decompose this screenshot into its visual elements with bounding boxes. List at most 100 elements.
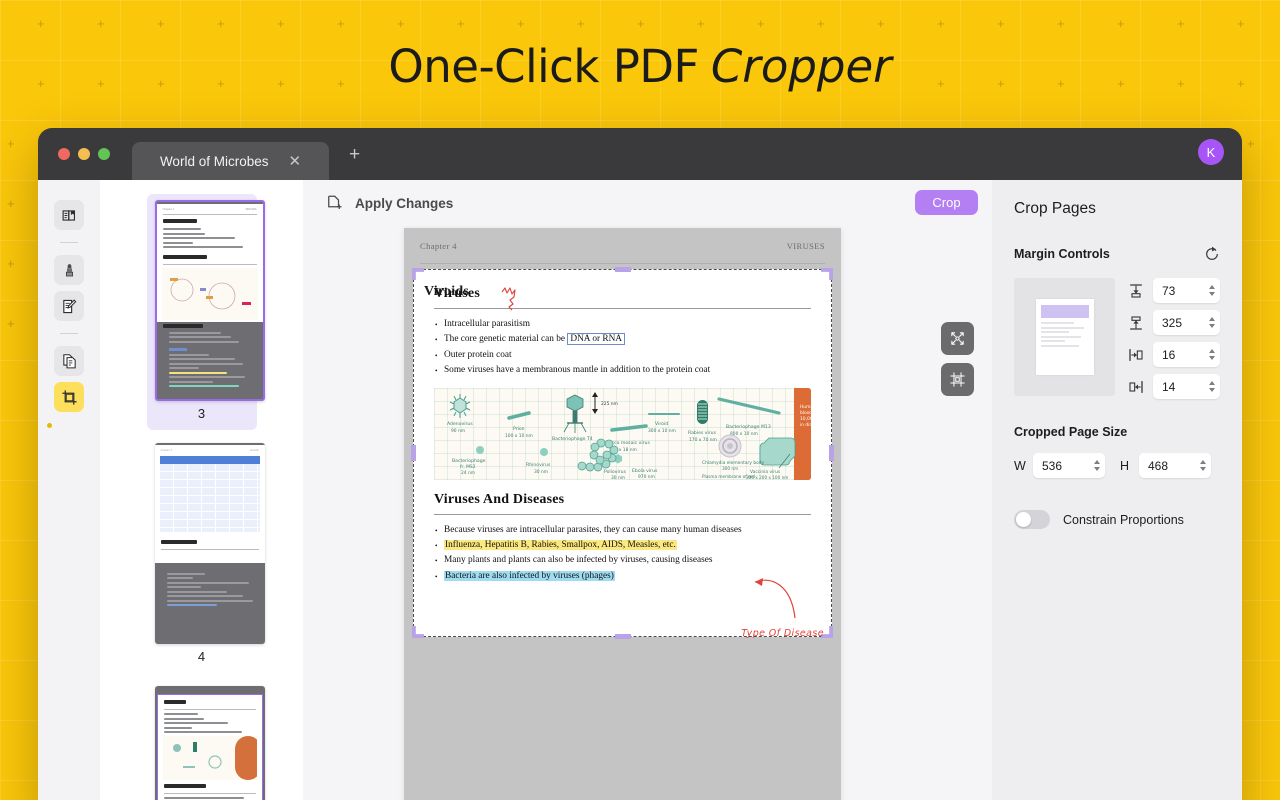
- margin-right-input[interactable]: 14: [1153, 374, 1220, 399]
- svg-text:Bacteriophage: Bacteriophage: [452, 458, 486, 464]
- height-stepper[interactable]: [1200, 460, 1206, 471]
- width-stepper[interactable]: [1094, 460, 1100, 471]
- margin-right-stepper[interactable]: [1209, 381, 1215, 392]
- maximize-window-button[interactable]: [98, 148, 110, 160]
- minimize-window-button[interactable]: [78, 148, 90, 160]
- fit-expand-icon: [949, 330, 966, 347]
- sidebar-item-annotate[interactable]: [54, 291, 84, 321]
- reset-arrow-icon: [1204, 246, 1220, 262]
- grid-plus-mark: +: [1177, 17, 1185, 30]
- width-input[interactable]: 536: [1033, 453, 1105, 478]
- list-item[interactable]: Chapter 4 ALGAE: [147, 437, 257, 673]
- margin-left-value: 16: [1162, 348, 1209, 362]
- width-value: 536: [1042, 459, 1094, 473]
- document-canvas[interactable]: Chapter 4 VIRUSES: [303, 226, 992, 800]
- margin-top-stepper[interactable]: [1209, 285, 1215, 296]
- crop-selection[interactable]: Viruses Intracellular parasitism The cor…: [413, 269, 832, 637]
- list-item: Some viruses have a membranous mantle in…: [434, 363, 811, 378]
- grid-plus-mark: +: [7, 137, 15, 150]
- sidebar-item-organize[interactable]: [54, 346, 84, 376]
- grid-plus-mark: +: [7, 197, 15, 210]
- grid-plus-mark: +: [697, 17, 705, 30]
- crop-handle-bottom-left[interactable]: [412, 626, 424, 638]
- svg-text:Bacteriophage T4: Bacteriophage T4: [552, 436, 593, 442]
- tool-rail: [38, 180, 100, 800]
- svg-text:Plasma membrane of red: Plasma membrane of red: [702, 474, 755, 479]
- page-title-part1: One-Click PDF: [388, 40, 699, 93]
- apply-changes-button[interactable]: Apply Changes: [325, 194, 453, 212]
- margin-left-input[interactable]: 16: [1153, 342, 1220, 367]
- main-canvas-area: Apply Changes Crop Chapter 4 VIRUSES: [303, 180, 992, 800]
- running-head-left: Chapter 4: [420, 241, 457, 251]
- fit-expand-button[interactable]: [941, 322, 974, 355]
- thumb-diagram: [162, 268, 258, 320]
- sidebar-item-crop[interactable]: [54, 382, 84, 412]
- page-thumbnail-3[interactable]: Chapter 4 VIRUSES: [155, 200, 265, 401]
- plus-icon[interactable]: +: [349, 145, 360, 164]
- crop-handle-bottom-center[interactable]: [615, 634, 631, 639]
- app-body: Chapter 4 VIRUSES: [38, 180, 1242, 800]
- avatar[interactable]: K: [1198, 139, 1224, 165]
- boxed-annotation[interactable]: DNA or RNA: [567, 333, 625, 345]
- svg-text:Rhinovirus: Rhinovirus: [526, 462, 551, 468]
- svg-text:Human red: Human red: [800, 404, 811, 410]
- grid-plus-mark: +: [757, 17, 765, 30]
- page-title: One-Click PDFCropper: [0, 40, 1280, 93]
- crop-handle-right-center[interactable]: [829, 445, 834, 461]
- sidebar-item-highlight[interactable]: [54, 255, 84, 285]
- active-tool-indicator: [47, 423, 52, 428]
- editor-toolbar: Apply Changes Crop: [303, 180, 992, 226]
- close-window-button[interactable]: [58, 148, 70, 160]
- list-item: Intracellular parasitism: [434, 317, 811, 332]
- svg-text:Viroid: Viroid: [655, 421, 668, 427]
- list-item[interactable]: Chapter 4 VIRUSES: [147, 194, 257, 430]
- page-thumbnail-5[interactable]: [155, 686, 265, 800]
- document-page[interactable]: Chapter 4 VIRUSES: [404, 228, 841, 800]
- crop-handle-top-center[interactable]: [615, 267, 631, 272]
- sidebar-item-read[interactable]: [54, 200, 84, 230]
- width-label: W: [1014, 459, 1026, 473]
- thumb-head-right: ALGAE: [250, 449, 259, 452]
- margin-top-input[interactable]: 73: [1153, 278, 1220, 303]
- close-icon[interactable]: ✕: [288, 154, 301, 169]
- svg-text:300 nm: 300 nm: [722, 466, 738, 471]
- bullet-list-viruses: Intracellular parasitism The core geneti…: [434, 317, 811, 379]
- constrain-proportions-toggle[interactable]: [1014, 510, 1050, 529]
- svg-text:170 x 70 nm: 170 x 70 nm: [689, 437, 717, 443]
- crop-handle-left-center[interactable]: [411, 445, 416, 461]
- margin-bottom-input[interactable]: 325: [1153, 310, 1220, 335]
- thumb-head-left: Chapter 4: [163, 208, 174, 211]
- margin-top-row: 73: [1127, 278, 1220, 303]
- grid-plus-mark: +: [877, 17, 885, 30]
- preview-page: [1036, 299, 1094, 375]
- rail-divider: [60, 333, 78, 334]
- apply-changes-label: Apply Changes: [355, 196, 453, 211]
- crop-button[interactable]: Crop: [915, 190, 978, 215]
- margin-left-row: 16: [1127, 342, 1220, 367]
- yellow-highlight: Influenza, Hepatitis B, Rabies, Smallpox…: [444, 540, 677, 550]
- thumb-head-left: Chapter 4: [161, 449, 172, 452]
- virus-diagram-svg: Human red blood cell 10,000 nm in diamet…: [434, 388, 811, 480]
- grid-plus-mark: +: [1057, 17, 1065, 30]
- height-input[interactable]: 468: [1139, 453, 1211, 478]
- page-thumbnail-4[interactable]: Chapter 4 ALGAE: [155, 443, 265, 644]
- bullet-text: The core genetic material can be: [444, 334, 567, 344]
- grid-plus-mark: +: [1247, 137, 1255, 150]
- grid-plus-mark: +: [517, 17, 525, 30]
- reset-margins-button[interactable]: [1204, 246, 1220, 262]
- margin-right-value: 14: [1162, 380, 1209, 394]
- margin-left-stepper[interactable]: [1209, 349, 1215, 360]
- margin-bottom-stepper[interactable]: [1209, 317, 1215, 328]
- crop-pages-panel: Crop Pages Margin Controls: [992, 180, 1242, 800]
- list-item[interactable]: 5: [147, 680, 257, 800]
- window-titlebar: World of Microbes ✕ + K: [38, 128, 1242, 180]
- page-thumbnail-panel[interactable]: Chapter 4 VIRUSES: [100, 180, 303, 800]
- document-tab[interactable]: World of Microbes ✕: [132, 142, 329, 180]
- grid-plus-mark: +: [337, 17, 345, 30]
- preview-band: [1041, 305, 1089, 318]
- handwritten-note: Type Of Disease: [741, 628, 824, 639]
- margin-top-value: 73: [1162, 284, 1209, 298]
- constrain-proportions-label: Constrain Proportions: [1063, 513, 1184, 527]
- crop-to-content-button[interactable]: [941, 363, 974, 396]
- red-arrow-annotation-icon: [749, 568, 819, 626]
